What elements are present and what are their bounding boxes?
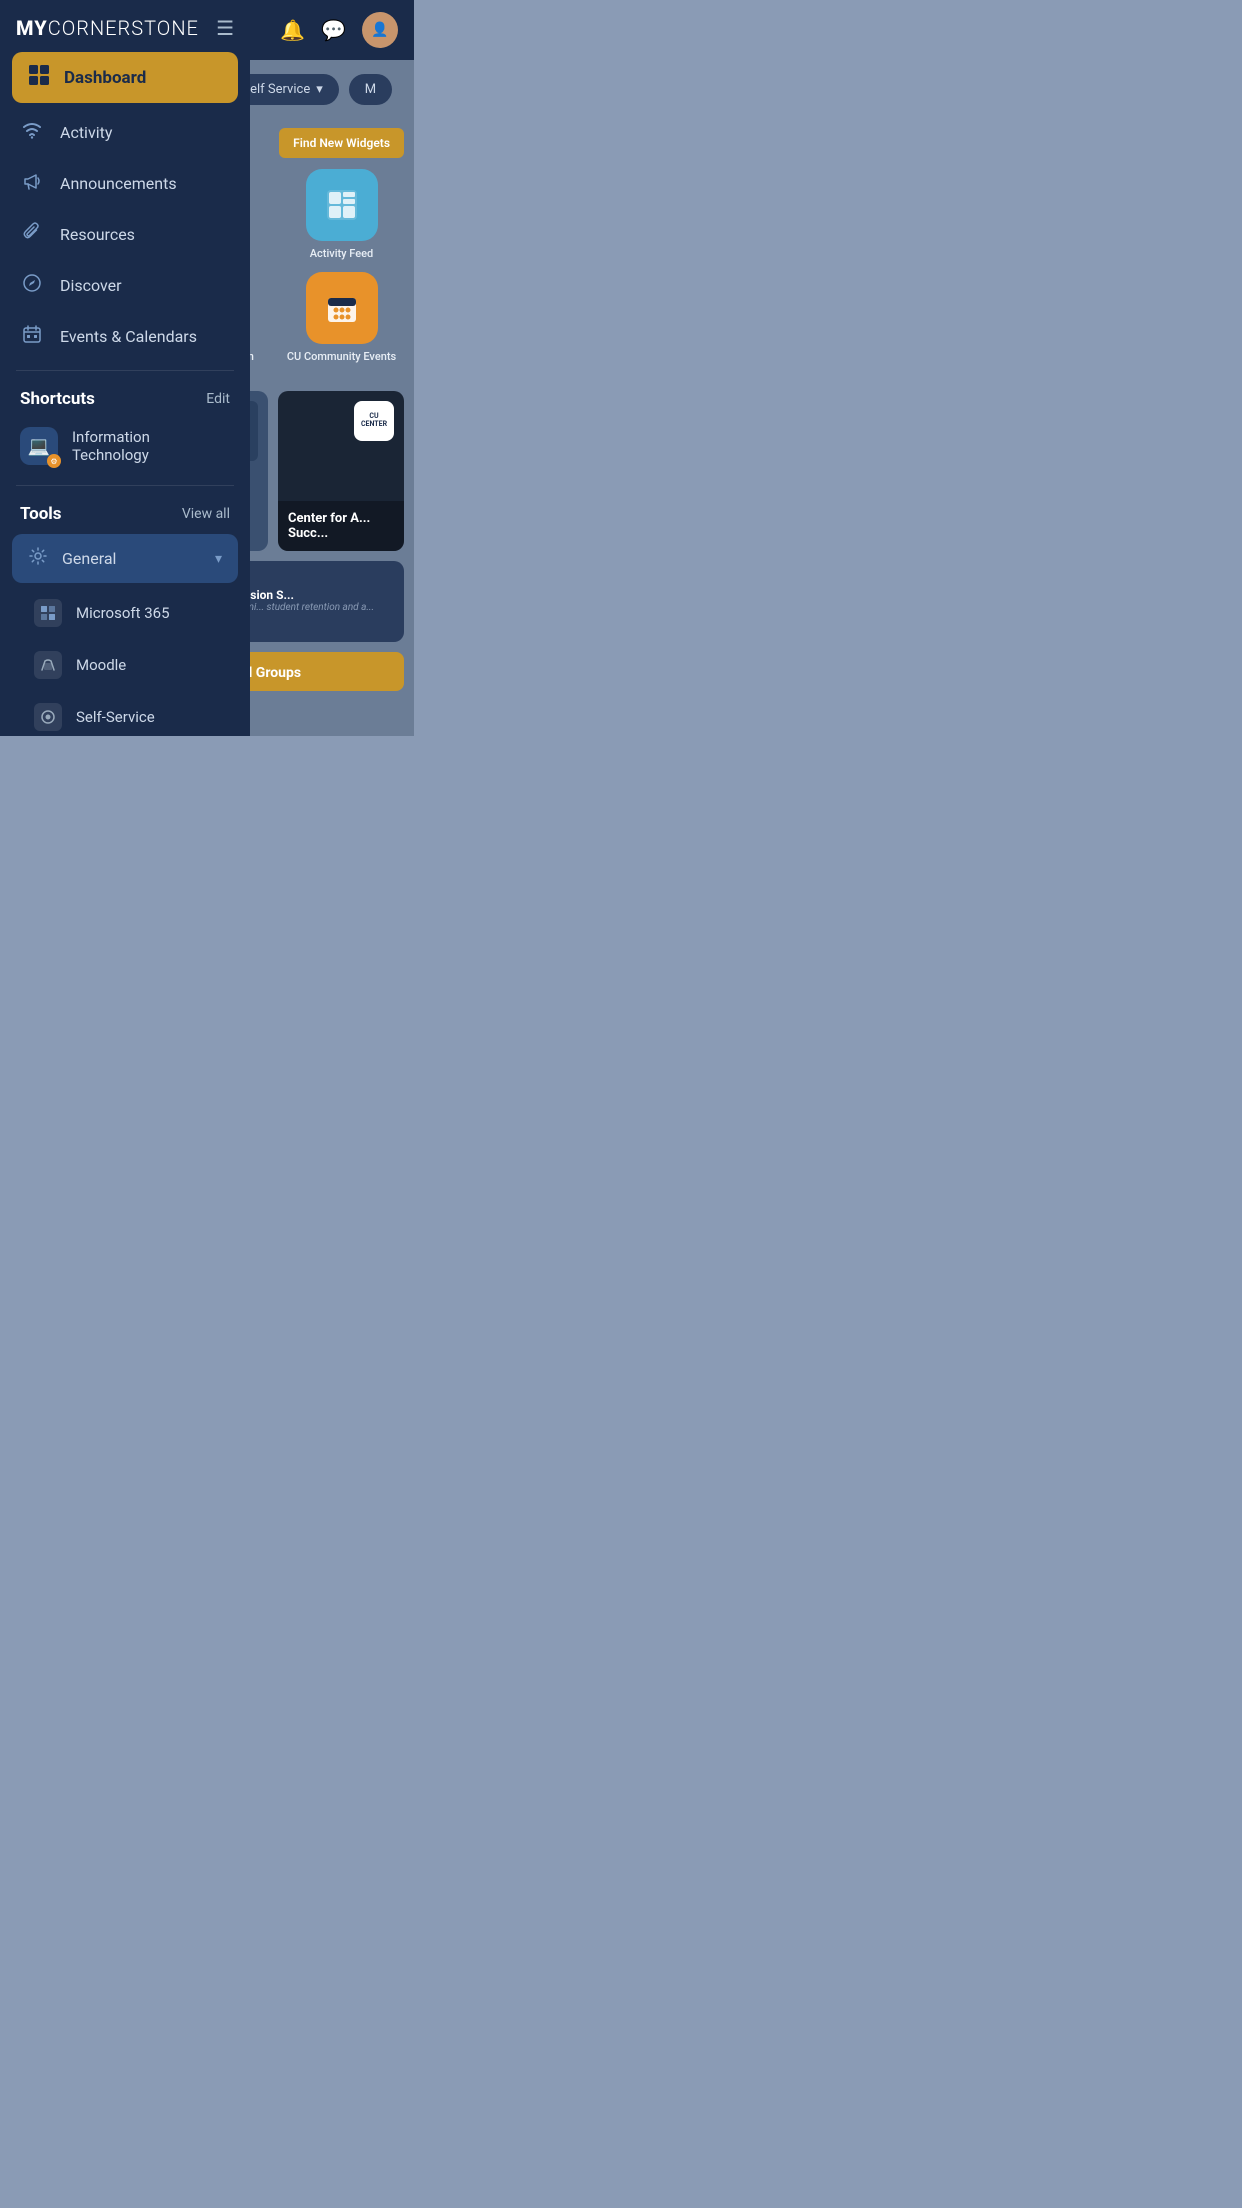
shortcut-icon-it: 💻 ⚙ xyxy=(20,427,58,465)
top-bar-icons: 🔔 💬 👤 xyxy=(280,12,398,48)
self-service-label: Self-Service xyxy=(76,708,155,726)
moodle-label: Moodle xyxy=(76,656,126,674)
logo-my: MY xyxy=(16,16,48,40)
card-overlay: Center for A...Succ... xyxy=(278,501,404,551)
discover-label: Discover xyxy=(60,276,122,295)
shortcuts-section-header: Shortcuts Edit xyxy=(0,379,250,415)
divider-2 xyxy=(16,485,234,486)
nav-pill-m[interactable]: M xyxy=(349,74,392,105)
shortcuts-title: Shortcuts xyxy=(20,389,95,409)
general-label: General xyxy=(62,549,201,568)
tools-section-header: Tools View all xyxy=(0,494,250,530)
paperclip-icon xyxy=(20,222,44,247)
dashboard-button[interactable]: Dashboard xyxy=(12,52,238,103)
sidebar-item-discover[interactable]: Discover xyxy=(0,260,250,311)
notification-icon[interactable]: 🔔 xyxy=(280,18,305,42)
moodle-icon xyxy=(34,651,62,679)
activity-label: Activity xyxy=(60,123,112,142)
sidebar-item-activity[interactable]: Activity xyxy=(0,107,250,158)
all-groups-label: ll Groups xyxy=(245,665,301,681)
tools-general-selected[interactable]: General ▾ xyxy=(12,534,238,583)
dashboard-label: Dashboard xyxy=(64,68,146,88)
tools-title: Tools xyxy=(20,504,62,524)
events-calendars-label: Events & Calendars xyxy=(60,327,197,346)
logo-cornerstone: CORNERSTONE xyxy=(48,16,199,40)
widget-label-cu-community-events: CU Community Events xyxy=(287,350,396,363)
sidebar-header: MYCORNERSTONE ☰ xyxy=(0,0,250,52)
sidebar-item-resources[interactable]: Resources xyxy=(0,209,250,260)
chevron-down-icon: ▾ xyxy=(316,82,323,97)
shortcut-badge: ⚙ xyxy=(47,454,61,468)
calendar-icon xyxy=(20,324,44,349)
tool-item-self-service[interactable]: Self-Service xyxy=(0,691,250,736)
shortcut-item-it[interactable]: 💻 ⚙ Information Technology xyxy=(0,415,250,477)
widget-label-activity-feed: Activity Feed xyxy=(310,247,373,260)
divider-1 xyxy=(16,370,234,371)
shortcuts-edit-button[interactable]: Edit xyxy=(206,391,230,407)
megaphone-icon xyxy=(20,171,44,196)
menu-icon[interactable]: ☰ xyxy=(216,16,234,40)
sidebar-item-announcements[interactable]: Announcements xyxy=(0,158,250,209)
pill-label: Self Service xyxy=(242,82,310,97)
announcements-label: Announcements xyxy=(60,174,177,193)
resources-label: Resources xyxy=(60,225,135,244)
avatar[interactable]: 👤 xyxy=(362,12,398,48)
sidebar: MYCORNERSTONE ☰ Dashboard Activity xyxy=(0,0,250,736)
widget-cu-community-events[interactable]: CU Community Events xyxy=(279,272,404,363)
wifi-icon xyxy=(20,120,44,145)
microsoft365-label: Microsoft 365 xyxy=(76,604,170,622)
self-service-icon xyxy=(34,703,62,731)
pill-label: M xyxy=(365,82,376,97)
app-logo: MYCORNERSTONE xyxy=(16,16,199,40)
compass-icon xyxy=(20,273,44,298)
card-title-center: Center for A...Succ... xyxy=(288,511,394,541)
microsoft365-icon xyxy=(34,599,62,627)
chevron-down-icon: ▾ xyxy=(215,551,222,567)
widget-activity-feed[interactable]: Activity Feed xyxy=(279,169,404,260)
tool-item-moodle[interactable]: Moodle xyxy=(0,639,250,691)
tool-item-microsoft365[interactable]: Microsoft 365 xyxy=(0,587,250,639)
card-logo: CUCENTER xyxy=(354,401,394,441)
shortcut-it-label: Information Technology xyxy=(72,428,230,464)
gear-icon xyxy=(28,546,48,571)
widget-icon-activity-feed xyxy=(306,169,378,241)
sidebar-item-events[interactable]: Events & Calendars xyxy=(0,311,250,362)
dashboard-icon xyxy=(28,64,50,91)
card-center-for-academic[interactable]: CUCENTER Center for A...Succ... xyxy=(278,391,404,551)
avatar-image: 👤 xyxy=(371,22,388,38)
tools-view-all-button[interactable]: View all xyxy=(182,506,230,522)
find-widgets-button[interactable]: Find New Widgets xyxy=(279,128,404,158)
chat-icon[interactable]: 💬 xyxy=(321,18,346,42)
widget-icon-cu-events xyxy=(306,272,378,344)
